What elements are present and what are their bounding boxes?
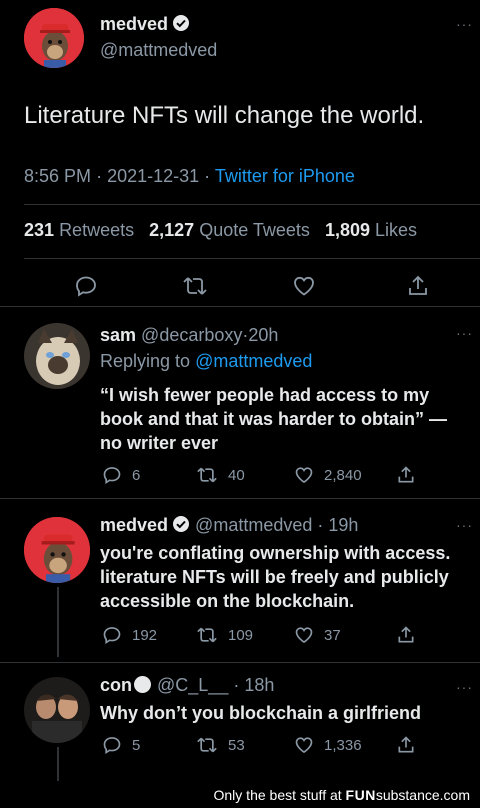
reply-count: 5 — [132, 736, 141, 754]
reply-author-name[interactable]: con — [100, 675, 132, 695]
more-options-icon[interactable]: ··· — [456, 679, 473, 695]
retweet-icon — [197, 627, 217, 643]
replying-to-link[interactable]: @mattmedved — [195, 351, 312, 371]
main-tweet: medved @mattmedved ··· Literature NFTs w… — [0, 0, 480, 306]
reply-count: 6 — [132, 466, 141, 484]
more-options-icon[interactable]: ··· — [456, 325, 473, 341]
share-button[interactable] — [396, 465, 416, 485]
quote-tweets-stat[interactable]: 2,127 Quote Tweets — [149, 220, 310, 240]
heart-icon — [295, 737, 313, 754]
tweet-source[interactable]: Twitter for iPhone — [215, 166, 355, 186]
author-name-text: medved — [100, 14, 169, 34]
heart-icon — [295, 627, 313, 644]
like-count: 37 — [324, 626, 341, 644]
share-icon — [398, 626, 414, 643]
reply-button[interactable]: 6 — [102, 465, 140, 485]
reply-icon — [103, 467, 121, 485]
share-button[interactable] — [396, 735, 416, 755]
more-options-icon[interactable]: ··· — [456, 16, 473, 32]
divider — [24, 258, 480, 259]
retweet-button[interactable]: 40 — [196, 465, 245, 485]
retweets-stat[interactable]: 231 Retweets — [24, 220, 134, 240]
watermark-text: Only the best stuff at FUNsubstance.com — [213, 787, 471, 803]
avatar[interactable] — [24, 323, 90, 389]
tweet-meta: 8:56 PM · 2021-12-31 · Twitter for iPhon… — [24, 166, 355, 186]
author-handle[interactable]: @mattmedved — [100, 40, 217, 61]
replying-to: Replying to @mattmedved — [100, 351, 313, 371]
retweet-button[interactable]: 109 — [196, 625, 253, 645]
watermark-footer: Only the best stuff at FUNsubstance.com — [0, 781, 480, 808]
reply-author-handle[interactable]: @mattmedved — [195, 515, 312, 535]
reply-text: Why don’t you blockchain a girlfriend — [100, 703, 422, 723]
reply-icon — [103, 737, 121, 755]
reply-age[interactable]: 18h — [244, 675, 274, 695]
emoji-circle-icon — [134, 676, 152, 693]
like-button[interactable]: 1,336 — [294, 735, 362, 755]
reply-text: you're conflating ownership with access.… — [100, 543, 451, 611]
reply-tweet[interactable]: con @C_L__ · 18h ··· Why don’t you blockc… — [0, 663, 480, 781]
retweet-icon — [197, 737, 217, 753]
reply-icon — [76, 276, 96, 297]
retweet-button[interactable]: 53 — [196, 735, 245, 755]
tweet-date[interactable]: 2021-12-31 — [107, 166, 199, 186]
reply-author-line: sam @decarboxy·20h — [100, 325, 279, 345]
avatar[interactable] — [24, 8, 84, 68]
reply-tweet[interactable]: sam @decarboxy·20h ··· Replying to @matt… — [0, 307, 480, 497]
like-button[interactable]: 37 — [294, 625, 341, 645]
reply-count: 192 — [132, 626, 158, 644]
reply-button[interactable]: 5 — [102, 735, 140, 755]
reply-author-name[interactable]: medved — [100, 515, 168, 535]
share-icon — [398, 736, 414, 753]
reply-author-handle[interactable]: @C_L__ — [157, 675, 228, 695]
like-button[interactable] — [292, 274, 316, 298]
reply-age[interactable]: 20h — [248, 325, 278, 345]
share-icon — [398, 466, 414, 483]
retweet-icon — [183, 277, 207, 295]
reply-text: “I wish fewer people had access to my bo… — [100, 385, 448, 453]
heart-icon — [295, 467, 313, 484]
retweet-count: 40 — [228, 466, 245, 484]
tweet-text: Literature NFTs will change the world. — [24, 102, 425, 129]
tweet-stats: 231 Retweets 2,127 Quote Tweets 1,809 Li… — [24, 220, 417, 241]
reply-icon — [103, 627, 121, 645]
avatar[interactable] — [24, 517, 90, 583]
share-icon — [409, 275, 427, 295]
avatar[interactable] — [24, 677, 90, 743]
like-count: 2,840 — [324, 466, 362, 484]
author-name[interactable]: medved — [100, 14, 190, 35]
retweet-icon — [197, 467, 217, 483]
reply-author-handle[interactable]: @decarboxy — [141, 325, 242, 345]
reply-button[interactable]: 192 — [102, 625, 157, 645]
retweet-count: 53 — [228, 736, 245, 754]
more-options-icon[interactable]: ··· — [456, 517, 473, 533]
thread-connector — [57, 747, 59, 781]
tweet-time[interactable]: 8:56 PM — [24, 166, 91, 186]
likes-stat[interactable]: 1,809 Likes — [325, 220, 417, 240]
reply-button[interactable] — [74, 274, 98, 298]
retweet-count: 109 — [228, 626, 254, 644]
heart-icon — [294, 276, 314, 296]
share-button[interactable] — [406, 274, 430, 298]
share-button[interactable] — [396, 625, 416, 645]
like-count: 1,336 — [324, 736, 362, 754]
verified-badge-icon — [173, 516, 190, 532]
reply-author-line: con @C_L__ · 18h — [100, 675, 275, 695]
thread-connector — [57, 587, 59, 657]
reply-author-line: medved @mattmedved · 19h — [100, 515, 359, 535]
reply-author-name[interactable]: sam — [100, 325, 136, 345]
verified-badge-icon — [173, 15, 190, 31]
retweet-button[interactable] — [182, 274, 208, 298]
reply-age[interactable]: 19h — [328, 515, 358, 535]
like-button[interactable]: 2,840 — [294, 465, 362, 485]
reply-tweet[interactable]: medved @mattmedved · 19h ··· you're conf… — [0, 499, 480, 661]
divider — [24, 204, 480, 205]
